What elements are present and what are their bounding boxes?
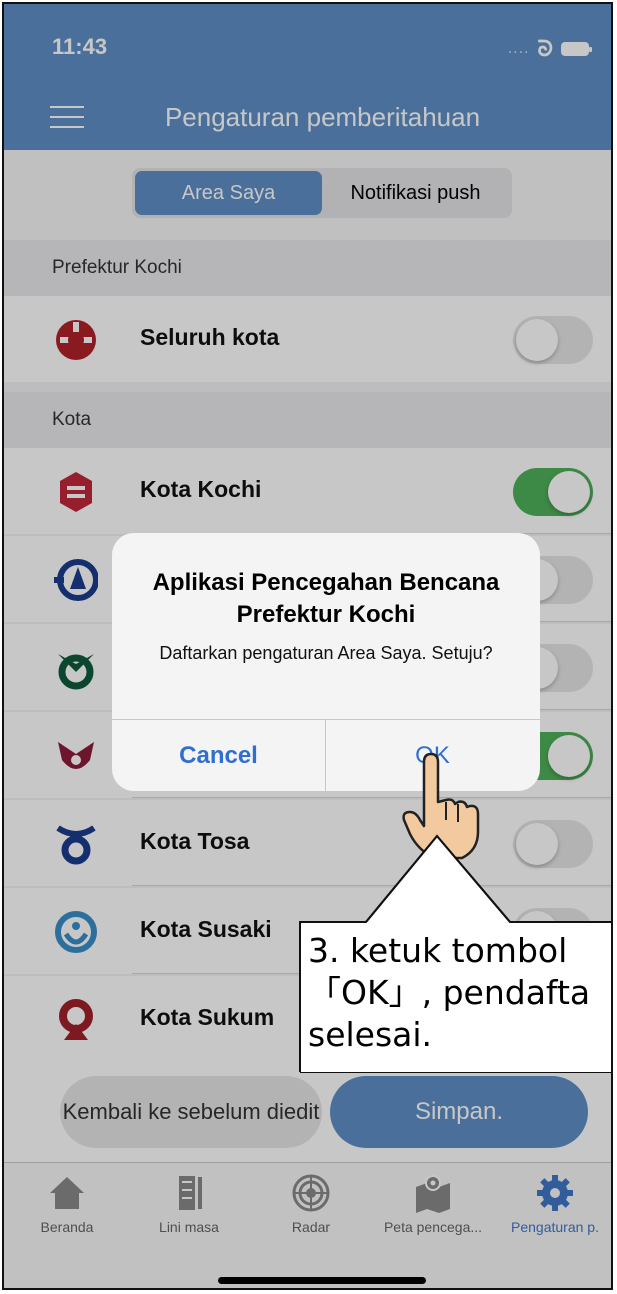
phone-screen: 11:43 .... ᘐ Pengaturan pemberitahuan Ar… (2, 2, 613, 1290)
callout-line-1: 3. ketuk tombol (308, 931, 568, 970)
dialog-message: Daftarkan pengaturan Area Saya. Setuju? (159, 643, 493, 663)
callout-line-2: 「OK」, pendafta (308, 973, 591, 1012)
instruction-callout: 3. ketuk tombol 「OK」, pendafta selesai. (300, 922, 611, 1074)
dialog-title: Aplikasi Pencegahan Bencana Prefektur Ko… (152, 569, 500, 628)
cancel-button[interactable]: Cancel (112, 720, 325, 791)
callout-line-3: selesai. (308, 1015, 433, 1054)
